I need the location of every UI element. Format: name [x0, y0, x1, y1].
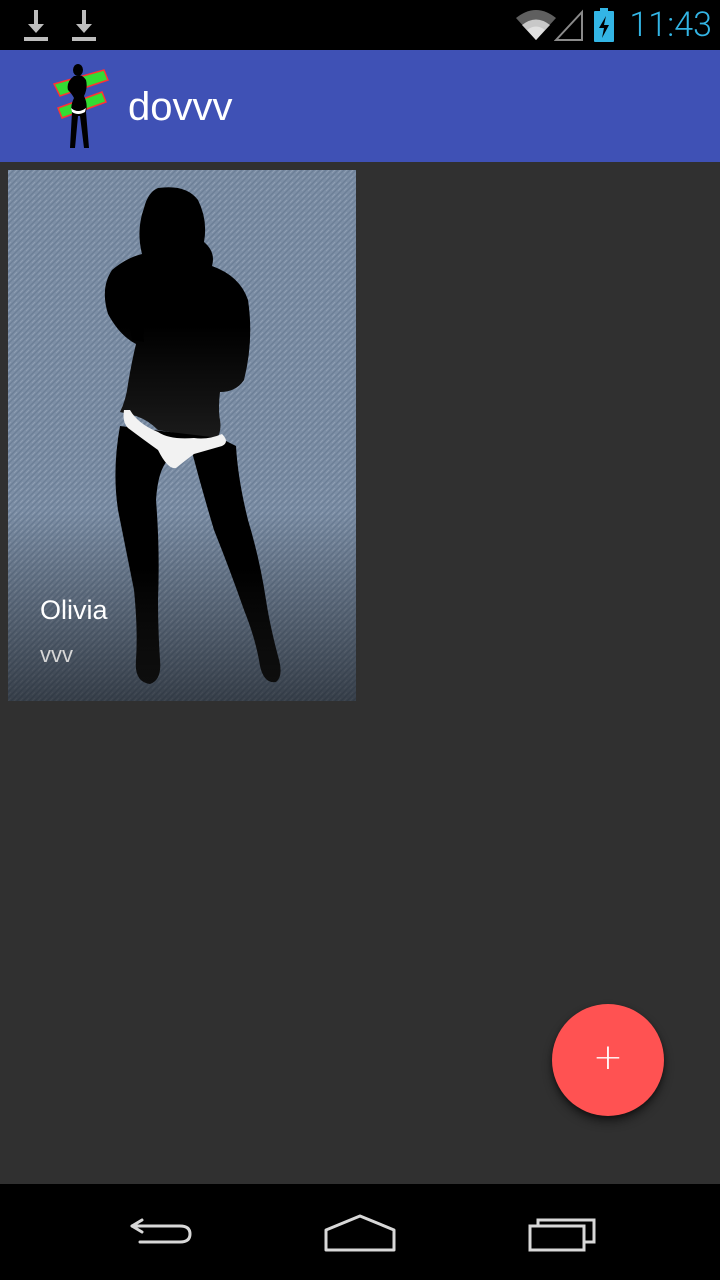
character-card[interactable]: Olivia vvv: [8, 170, 356, 701]
card-subtitle: vvv: [40, 642, 73, 667]
battery-charging-icon: [592, 7, 616, 43]
back-icon[interactable]: [120, 1202, 200, 1262]
card-title: Olivia: [40, 595, 108, 625]
recent-apps-icon[interactable]: [522, 1202, 602, 1262]
app-screen: 11:43 dovvv Olivia vvv +: [0, 0, 720, 1280]
home-icon[interactable]: [320, 1202, 400, 1262]
silhouette-logo-icon: [50, 62, 110, 150]
download-icon: [71, 8, 97, 42]
status-time: 11:43: [629, 5, 712, 45]
navigation-bar: [0, 1184, 720, 1280]
app-title: dovvv: [128, 85, 233, 129]
add-icon: +: [592, 1037, 624, 1078]
app-bar: dovvv: [0, 50, 720, 162]
add-button[interactable]: +: [552, 1004, 664, 1116]
wifi-icon: [514, 8, 558, 42]
signal-icon: [554, 8, 584, 42]
status-bar: 11:43: [0, 0, 720, 50]
download-icon: [23, 8, 49, 42]
